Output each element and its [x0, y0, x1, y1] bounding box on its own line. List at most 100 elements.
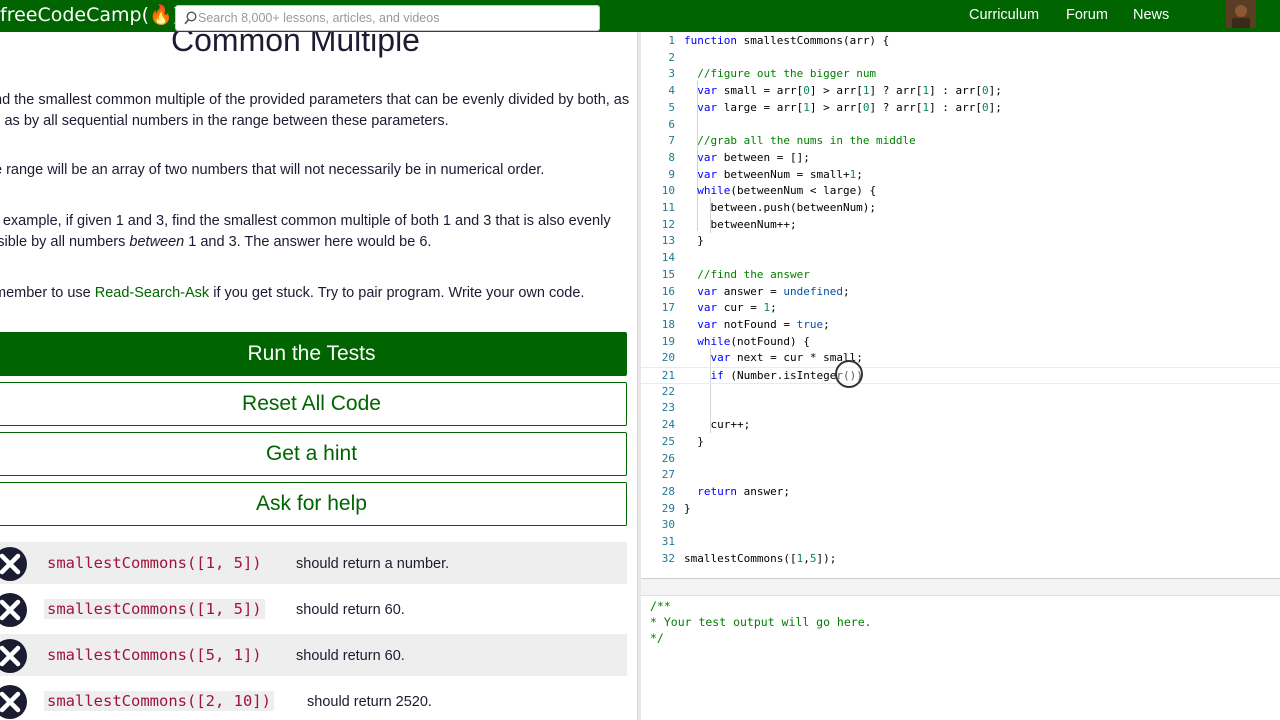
code-line[interactable]: 4 var small = arr[0] > arr[1] ? arr[1] :…	[641, 83, 1280, 100]
code-line[interactable]: 3 //figure out the bigger num	[641, 66, 1280, 83]
code-line[interactable]: 32 smallestCommons([1,5]);	[641, 551, 1280, 568]
code-text[interactable]: //figure out the bigger num	[684, 66, 876, 83]
code-text[interactable]: }	[684, 434, 704, 451]
code-line[interactable]: 23	[641, 400, 1280, 417]
code-line[interactable]: 13 }	[641, 233, 1280, 250]
test-description: should return 60.	[296, 602, 405, 618]
code-line[interactable]: 27	[641, 467, 1280, 484]
line-number: 11	[661, 201, 675, 214]
line-number: 26	[661, 451, 675, 465]
nav-link-news[interactable]: News	[1133, 7, 1169, 23]
test-code: smallestCommons([5, 1])	[44, 645, 265, 665]
code-line[interactable]: 29}	[641, 501, 1280, 518]
code-line[interactable]: 31	[641, 534, 1280, 551]
p3-emphasis: between	[129, 234, 185, 250]
code-text[interactable]: betweenNum++;	[684, 217, 796, 234]
code-line[interactable]: 19 while(notFound) {	[641, 334, 1280, 351]
code-line[interactable]: 28 return answer;	[641, 484, 1280, 501]
code-line[interactable]: 20 var next = cur * small;	[641, 350, 1280, 367]
code-text[interactable]: while(betweenNum < large) {	[684, 183, 876, 200]
code-line[interactable]: 10 while(betweenNum < large) {	[641, 183, 1280, 200]
test-row: smallestCommons([2, 10]) should return 2…	[0, 680, 627, 720]
test-code: smallestCommons([2, 10])	[44, 691, 274, 711]
code-line[interactable]: 11 between.push(betweenNum);	[641, 200, 1280, 217]
code-line[interactable]: 22	[641, 384, 1280, 401]
challenge-pane: Common Multiple nd the smallest common m…	[0, 32, 637, 720]
test-row: smallestCommons([5, 1]) should return 60…	[0, 634, 627, 676]
nav-link-curriculum[interactable]: Curriculum	[969, 7, 1039, 23]
get-hint-button[interactable]: Get a hint	[0, 432, 627, 476]
code-line[interactable]: 30	[641, 517, 1280, 534]
code-line[interactable]: 9 var betweenNum = small+1;	[641, 167, 1280, 184]
user-avatar[interactable]	[1226, 0, 1256, 28]
code-line[interactable]: 15 //find the answer	[641, 267, 1280, 284]
code-line[interactable]: 21 if (Number.isInteger())	[641, 367, 1280, 384]
code-text[interactable]: var answer = undefined;	[684, 284, 849, 301]
line-number: 5	[668, 100, 675, 114]
search-input[interactable]	[198, 8, 593, 28]
test-description: should return 2520.	[307, 694, 432, 710]
code-text[interactable]: var cur = 1;	[684, 300, 776, 317]
code-text[interactable]: var next = cur * small;	[684, 350, 863, 367]
code-text[interactable]: var betweenNum = small+1;	[684, 167, 863, 184]
line-number: 19	[661, 334, 675, 348]
fail-x-icon	[0, 639, 27, 673]
line-number: 15	[661, 267, 675, 281]
code-text[interactable]: between.push(betweenNum);	[684, 200, 876, 217]
line-number: 10	[661, 184, 675, 198]
line-number: 31	[661, 535, 675, 548]
code-line[interactable]: 12 betweenNum++;	[641, 217, 1280, 234]
code-line[interactable]: 14	[641, 250, 1280, 267]
code-text[interactable]: //find the answer	[684, 267, 810, 284]
description-paragraph-3: r example, if given 1 and 3, find the sm…	[0, 211, 634, 253]
code-line[interactable]: 7 //grab all the nums in the middle	[641, 133, 1280, 150]
fail-x-icon	[0, 685, 27, 719]
line-number: 27	[661, 468, 675, 482]
line-number: 16	[661, 284, 675, 298]
editor-output-splitter[interactable]	[641, 578, 1280, 596]
line-number: 7	[668, 134, 675, 148]
code-text[interactable]: var large = arr[1] > arr[0] ? arr[1] : a…	[684, 100, 1002, 117]
code-line[interactable]: 18 var notFound = true;	[641, 317, 1280, 334]
search-box[interactable]	[175, 5, 600, 31]
code-line[interactable]: 16 var answer = undefined;	[641, 284, 1280, 301]
code-line[interactable]: 1 function smallestCommons(arr) {	[641, 33, 1280, 50]
test-code: smallestCommons([1, 5])	[44, 599, 265, 619]
code-line[interactable]: 24 cur++;	[641, 417, 1280, 434]
code-line[interactable]: 5 var large = arr[1] > arr[0] ? arr[1] :…	[641, 100, 1280, 117]
run-tests-button[interactable]: Run the Tests	[0, 332, 627, 376]
code-editor[interactable]: 1 function smallestCommons(arr) {2 3 //fig…	[641, 32, 1280, 578]
code-line[interactable]: 6	[641, 117, 1280, 134]
code-text[interactable]: var between = [];	[684, 150, 810, 167]
ask-help-button[interactable]: Ask for help	[0, 482, 627, 526]
nav-link-forum[interactable]: Forum	[1066, 7, 1108, 23]
code-text[interactable]: }	[684, 501, 691, 518]
code-line[interactable]: 17 var cur = 1;	[641, 300, 1280, 317]
line-number: 18	[661, 317, 675, 331]
code-text[interactable]: cur++;	[684, 417, 750, 434]
line-number: 3	[668, 67, 675, 81]
code-line[interactable]: 2	[641, 50, 1280, 67]
line-number: 20	[661, 351, 675, 365]
line-number: 28	[661, 484, 675, 498]
line-number: 30	[661, 518, 675, 532]
code-text[interactable]: return answer;	[684, 484, 790, 501]
code-text[interactable]: var small = arr[0] > arr[1] ? arr[1] : a…	[684, 83, 1002, 100]
line-number: 13	[661, 234, 675, 248]
code-line[interactable]: 26	[641, 451, 1280, 468]
read-search-ask-link[interactable]: Read-Search-Ask	[95, 285, 209, 301]
test-output-panel: /** * Your test output will go here. */	[641, 596, 1280, 720]
code-text[interactable]: var notFound = true;	[684, 317, 829, 334]
test-row: smallestCommons([1, 5]) should return 60…	[0, 588, 627, 630]
code-text[interactable]: while(notFound) {	[684, 334, 810, 351]
fcc-logo[interactable]: freeCodeCamp(🔥)	[0, 3, 180, 26]
code-line[interactable]: 8 var between = [];	[641, 150, 1280, 167]
reset-code-button[interactable]: Reset All Code	[0, 382, 627, 426]
code-text[interactable]: smallestCommons([1,5]);	[684, 551, 836, 568]
description-paragraph-4: member to use Read-Search-Ask if you get…	[0, 283, 634, 304]
code-text[interactable]: function smallestCommons(arr) {	[684, 33, 889, 50]
code-text[interactable]: //grab all the nums in the middle	[684, 133, 916, 150]
code-text[interactable]: }	[684, 233, 704, 250]
fail-x-icon	[0, 593, 27, 627]
code-line[interactable]: 25 }	[641, 434, 1280, 451]
